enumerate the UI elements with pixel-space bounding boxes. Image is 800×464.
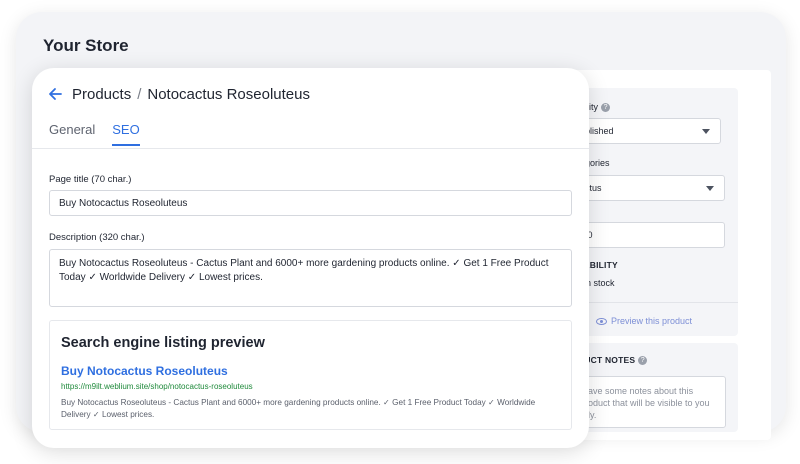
arrow-left-icon[interactable]: [48, 87, 62, 101]
breadcrumb-separator: /: [137, 86, 142, 103]
divider: [571, 302, 738, 303]
breadcrumb-parent[interactable]: Products: [72, 86, 131, 103]
tab-seo[interactable]: SEO: [112, 122, 140, 146]
notes-textarea[interactable]: ave some notes about this oduct that wil…: [571, 376, 726, 428]
page-title-input[interactable]: Buy Notocactus Roseoluteus: [49, 190, 572, 216]
price-input[interactable]: .00: [571, 222, 725, 248]
chevron-down-icon: [702, 129, 710, 134]
preview-title: Buy Notocactus Roseoluteus: [61, 364, 228, 378]
availability-value: n stock: [586, 278, 615, 288]
breadcrumb: Products / Notocactus Roseoluteus: [72, 86, 310, 103]
tab-general[interactable]: General: [49, 122, 95, 144]
description-label: Description (320 char.): [49, 232, 145, 243]
chevron-down-icon: [706, 186, 714, 191]
tabs-divider: [32, 148, 589, 149]
preview-heading: Search engine listing preview: [61, 335, 265, 351]
description-textarea[interactable]: Buy Notocactus Roseoluteus - Cactus Plan…: [49, 249, 572, 307]
help-icon[interactable]: ?: [601, 103, 611, 113]
store-title: Your Store: [43, 36, 129, 55]
visibility-select[interactable]: ublished: [571, 118, 721, 144]
help-icon[interactable]: ?: [638, 356, 648, 366]
eye-icon: [596, 318, 607, 326]
categories-select[interactable]: actus: [571, 175, 725, 201]
preview-url: https://m9ilt.weblium.site/shop/notocact…: [61, 382, 253, 391]
page-title-label: Page title (70 char.): [49, 174, 132, 185]
search-preview-box: Search engine listing preview Buy Notoca…: [49, 320, 572, 430]
seo-editor-card: Products / Notocactus Roseoluteus General S…: [32, 68, 589, 448]
notes-placeholder: ave some notes about this oduct that wil…: [588, 386, 710, 420]
breadcrumb-current: Notocactus Roseoluteus: [147, 86, 310, 103]
preview-product-link[interactable]: Preview this product: [596, 316, 692, 326]
preview-link-label: Preview this product: [611, 316, 693, 326]
tab-bar: General SEO: [49, 122, 157, 146]
preview-description: Buy Notocactus Roseoluteus - Cactus Plan…: [61, 398, 536, 419]
